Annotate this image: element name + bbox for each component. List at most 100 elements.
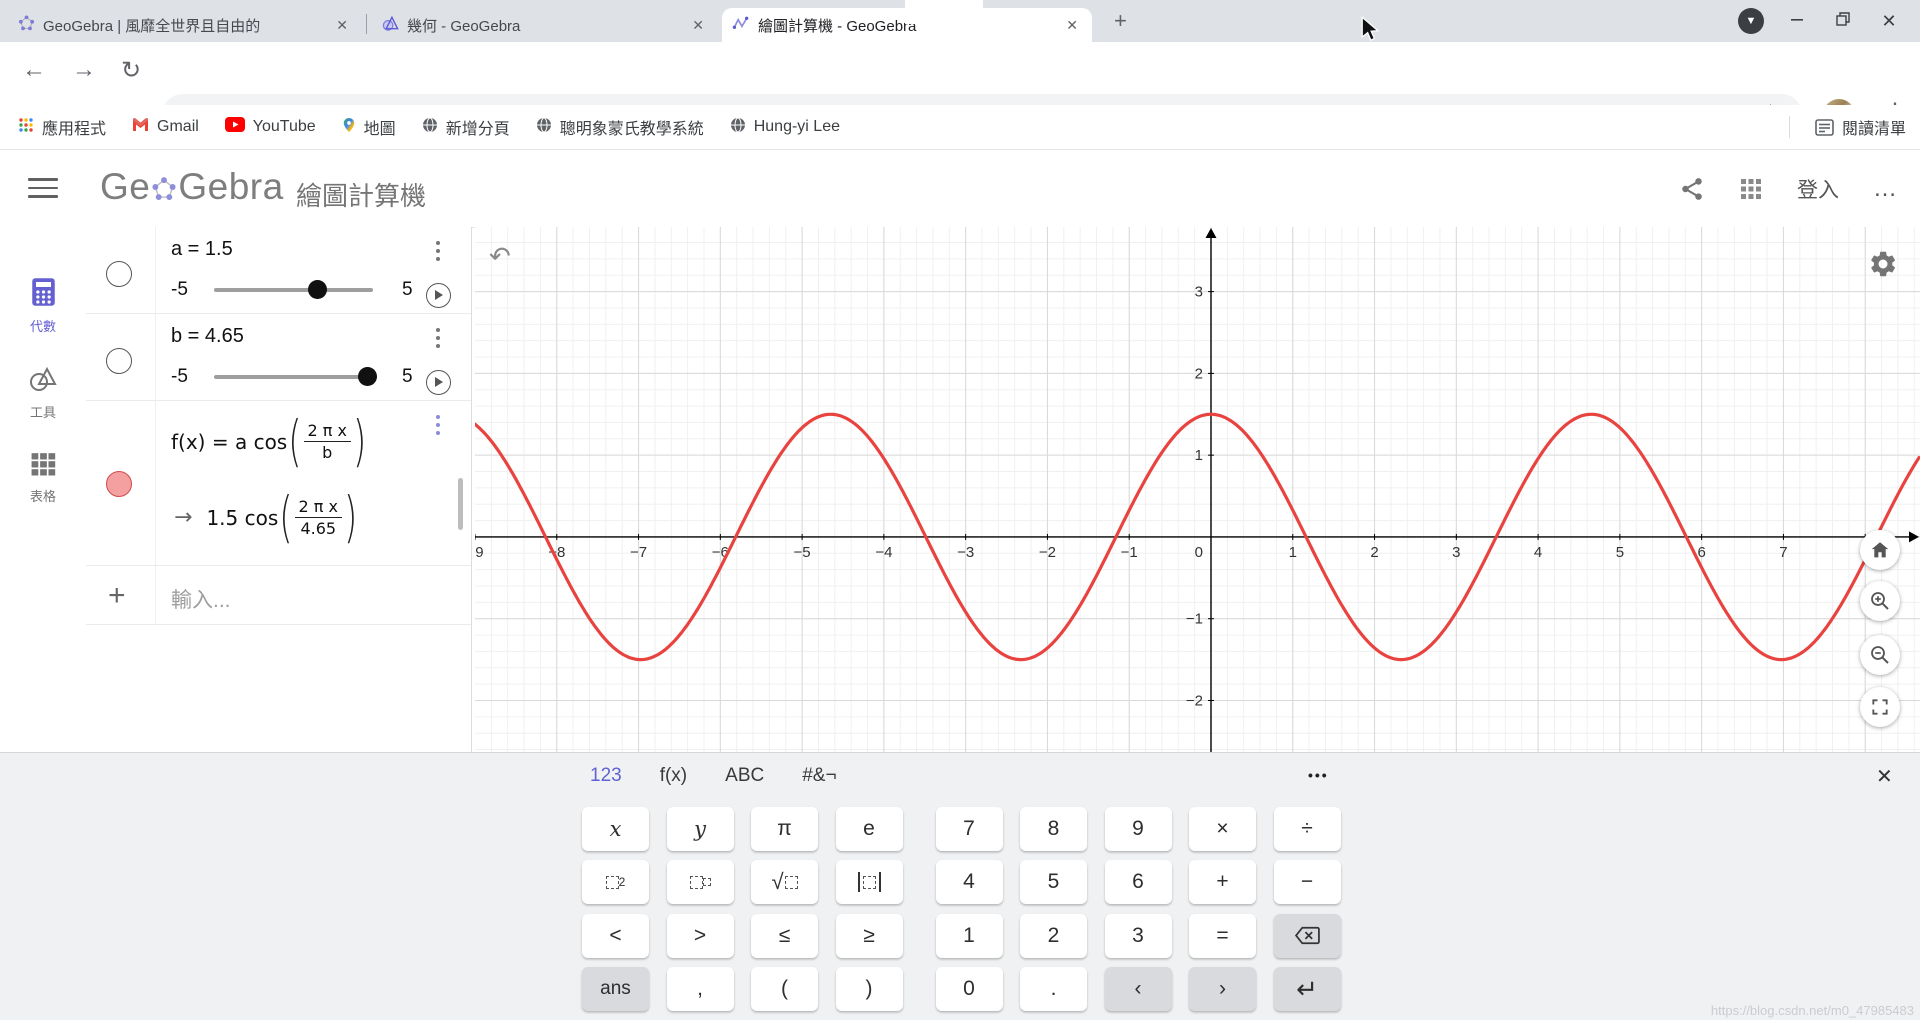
- bookmark-item[interactable]: Gmail: [132, 117, 199, 137]
- key-‹[interactable]: ‹: [1105, 967, 1172, 1011]
- key-,[interactable]: ,: [667, 967, 734, 1011]
- add-expression-button[interactable]: +: [108, 579, 126, 613]
- graph-settings-gear-icon[interactable]: [1868, 249, 1898, 279]
- graph-canvas[interactable]: −9−8−7−6−5−4−3−2−112345678−2−11230: [475, 227, 1920, 752]
- key-x[interactable]: x: [582, 807, 649, 851]
- rail-item-table[interactable]: 表格: [0, 451, 86, 505]
- visibility-toggle-a[interactable]: [106, 261, 132, 287]
- svg-text:3: 3: [1452, 544, 1460, 561]
- key-›[interactable]: ›: [1189, 967, 1256, 1011]
- power-key[interactable]: [667, 860, 734, 904]
- backspace-key[interactable]: [1274, 914, 1341, 958]
- row-menu-icon[interactable]: [436, 328, 440, 352]
- rail-item-algebra[interactable]: 代數: [0, 277, 86, 335]
- slider-track-a[interactable]: [214, 288, 373, 292]
- slider-track-b[interactable]: [214, 375, 373, 379]
- media-control-button[interactable]: ▼: [1728, 8, 1774, 34]
- key-0[interactable]: 0: [936, 967, 1003, 1011]
- svg-text:0: 0: [1195, 544, 1203, 561]
- bookmark-item[interactable]: 新增分頁: [422, 115, 510, 139]
- keyboard-tab-[interactable]: #&¬: [802, 765, 836, 787]
- key-4[interactable]: 4: [936, 860, 1003, 904]
- rail-item-tools[interactable]: 工具: [0, 365, 86, 421]
- square-key[interactable]: 2: [582, 860, 649, 904]
- key-+[interactable]: +: [1189, 860, 1256, 904]
- menu-hamburger-button[interactable]: [28, 178, 58, 204]
- key-8[interactable]: 8: [1020, 807, 1087, 851]
- row-menu-icon[interactable]: [436, 241, 440, 265]
- keyboard-tab-fx[interactable]: f(x): [660, 765, 687, 787]
- enter-key[interactable]: ↵: [1274, 967, 1341, 1011]
- key->[interactable]: >: [667, 914, 734, 958]
- key-e[interactable]: e: [836, 807, 903, 851]
- key-([interactable]: (: [751, 967, 818, 1011]
- tab-close-icon[interactable]: ✕: [1062, 15, 1082, 36]
- key-3[interactable]: 3: [1105, 914, 1172, 958]
- reload-button[interactable]: ↻: [121, 56, 141, 85]
- keyboard-tab-123[interactable]: 123: [590, 765, 622, 787]
- sign-in-button[interactable]: 登入: [1797, 174, 1839, 204]
- key-2[interactable]: 2: [1020, 914, 1087, 958]
- key-÷[interactable]: ÷: [1274, 807, 1341, 851]
- panel-scrollbar[interactable]: [458, 478, 463, 530]
- bookmark-item[interactable]: 地圖: [342, 115, 396, 139]
- undo-button[interactable]: ↶: [489, 241, 511, 272]
- visibility-toggle-f[interactable]: [106, 471, 132, 497]
- share-icon[interactable]: [1679, 176, 1705, 202]
- fullscreen-button[interactable]: [1860, 687, 1900, 727]
- bookmark-item[interactable]: YouTube: [225, 117, 316, 137]
- forward-button[interactable]: →: [72, 56, 96, 84]
- row-menu-icon[interactable]: [436, 415, 440, 439]
- header-more-button[interactable]: …: [1873, 175, 1898, 203]
- sqrt-key[interactable]: √: [751, 860, 818, 904]
- slider-handle-a[interactable]: [308, 280, 327, 299]
- key-9[interactable]: 9: [1105, 807, 1172, 851]
- reading-list-button[interactable]: 閱讀清單: [1815, 115, 1906, 139]
- key-−[interactable]: −: [1274, 860, 1341, 904]
- tab-close-icon[interactable]: ✕: [332, 15, 352, 36]
- key-≥[interactable]: ≥: [836, 914, 903, 958]
- browser-tab[interactable]: 幾何 - GeoGebra✕: [372, 8, 718, 42]
- key-y[interactable]: y: [667, 807, 734, 851]
- key-5[interactable]: 5: [1020, 860, 1087, 904]
- key-1[interactable]: 1: [936, 914, 1003, 958]
- key-=[interactable]: =: [1189, 914, 1256, 958]
- graph-view[interactable]: −9−8−7−6−5−4−3−2−112345678−2−11230 ↶: [475, 227, 1920, 752]
- geogebra-logo[interactable]: Ge Gebra: [100, 166, 284, 208]
- input-row[interactable]: + 輸入...: [86, 566, 471, 625]
- expression-input[interactable]: 輸入...: [171, 584, 231, 614]
- tab-close-icon[interactable]: ✕: [688, 15, 708, 36]
- key-ans[interactable]: ans: [582, 967, 649, 1011]
- play-animation-button[interactable]: [426, 370, 451, 395]
- key-×[interactable]: ×: [1189, 807, 1256, 851]
- bookmark-item[interactable]: Hung-yi Lee: [730, 117, 840, 138]
- zoom-out-button[interactable]: [1860, 635, 1900, 675]
- key-<[interactable]: <: [582, 914, 649, 958]
- key-.[interactable]: .: [1020, 967, 1087, 1011]
- bookmark-label: Hung-yi Lee: [754, 118, 840, 136]
- key-)[interactable]: ): [836, 967, 903, 1011]
- key-π[interactable]: π: [751, 807, 818, 851]
- visibility-toggle-b[interactable]: [106, 348, 132, 374]
- key-7[interactable]: 7: [936, 807, 1003, 851]
- keyboard-tab-abc[interactable]: ABC: [725, 765, 764, 787]
- close-window-button[interactable]: ✕: [1866, 11, 1912, 32]
- bookmark-item[interactable]: 應用程式: [18, 115, 106, 139]
- zoom-in-button[interactable]: [1860, 581, 1900, 621]
- key-6[interactable]: 6: [1105, 860, 1172, 904]
- minimize-button[interactable]: [1774, 12, 1820, 31]
- keyboard-close-icon[interactable]: ✕: [1876, 764, 1893, 789]
- keyboard-more-button[interactable]: •••: [1308, 767, 1329, 783]
- slider-handle-b[interactable]: [358, 367, 377, 386]
- restore-button[interactable]: [1820, 11, 1866, 32]
- back-button[interactable]: ←: [22, 56, 46, 84]
- abs-key[interactable]: [836, 860, 903, 904]
- function-row[interactable]: f(x) = a cos ( 2 π xb ) → 1.5 cos ( 2 π …: [86, 401, 471, 566]
- play-animation-button[interactable]: [426, 283, 451, 308]
- key-≤[interactable]: ≤: [751, 914, 818, 958]
- apps-grid-icon[interactable]: [1739, 177, 1763, 201]
- bookmark-item[interactable]: 聰明象蒙氏教學系統: [536, 115, 704, 139]
- browser-tab[interactable]: GeoGebra | 風靡全世界且自由的✕: [8, 8, 362, 42]
- new-tab-button[interactable]: +: [1114, 11, 1127, 31]
- home-view-button[interactable]: [1860, 530, 1900, 570]
